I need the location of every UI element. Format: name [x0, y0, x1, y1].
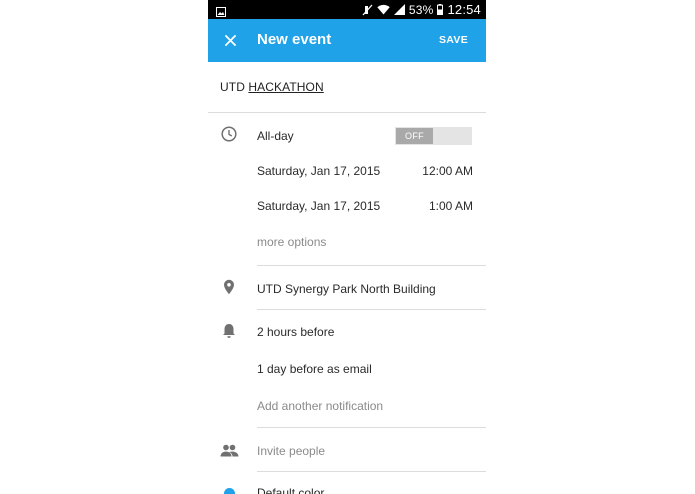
status-bar: 53% 12:54	[208, 0, 486, 19]
app-bar: New event SAVE	[208, 19, 486, 62]
wifi-icon	[377, 4, 390, 15]
signal-icon	[393, 4, 405, 15]
event-title-underlined: HACKATHON	[248, 80, 324, 94]
all-day-toggle[interactable]: OFF	[395, 127, 472, 145]
divider	[257, 309, 486, 310]
color-label[interactable]: Default color	[257, 486, 324, 494]
save-button[interactable]: SAVE	[439, 34, 468, 46]
people-icon	[219, 441, 239, 459]
invite-people-field[interactable]: Invite people	[257, 444, 325, 458]
start-time[interactable]: 12:00 AM	[393, 164, 473, 178]
add-notification-link[interactable]: Add another notification	[257, 399, 383, 413]
notification-item[interactable]: 1 day before as email	[257, 362, 372, 376]
close-icon[interactable]	[218, 28, 242, 52]
all-day-toggle-state: OFF	[396, 128, 433, 144]
end-time[interactable]: 1:00 AM	[393, 199, 473, 213]
location-pin-icon	[220, 278, 238, 296]
page-title: New event	[257, 31, 332, 48]
status-icons: 53% 12:54	[362, 0, 481, 19]
all-day-label: All-day	[257, 129, 294, 143]
event-title-field[interactable]: UTD HACKATHON	[220, 80, 324, 94]
divider	[257, 471, 486, 472]
mute-icon	[362, 4, 373, 16]
status-time: 12:54	[447, 2, 481, 17]
battery-percent: 53%	[408, 2, 434, 17]
image-icon	[216, 4, 226, 17]
phone-screen: 53% 12:54 New event SAVE UTD HACKATHON A…	[208, 0, 486, 494]
clock-icon	[220, 125, 238, 143]
start-date[interactable]: Saturday, Jan 17, 2015	[257, 164, 380, 178]
location-field[interactable]: UTD Synergy Park North Building	[257, 282, 436, 296]
color-swatch[interactable]	[224, 488, 235, 494]
battery-icon	[437, 4, 444, 15]
divider	[257, 265, 486, 266]
event-title-prefix: UTD	[220, 80, 249, 94]
divider	[257, 427, 486, 428]
end-date[interactable]: Saturday, Jan 17, 2015	[257, 199, 380, 213]
notification-item[interactable]: 2 hours before	[257, 325, 334, 339]
bell-icon	[220, 322, 238, 340]
divider	[208, 112, 486, 113]
more-options-link[interactable]: more options	[257, 235, 326, 249]
